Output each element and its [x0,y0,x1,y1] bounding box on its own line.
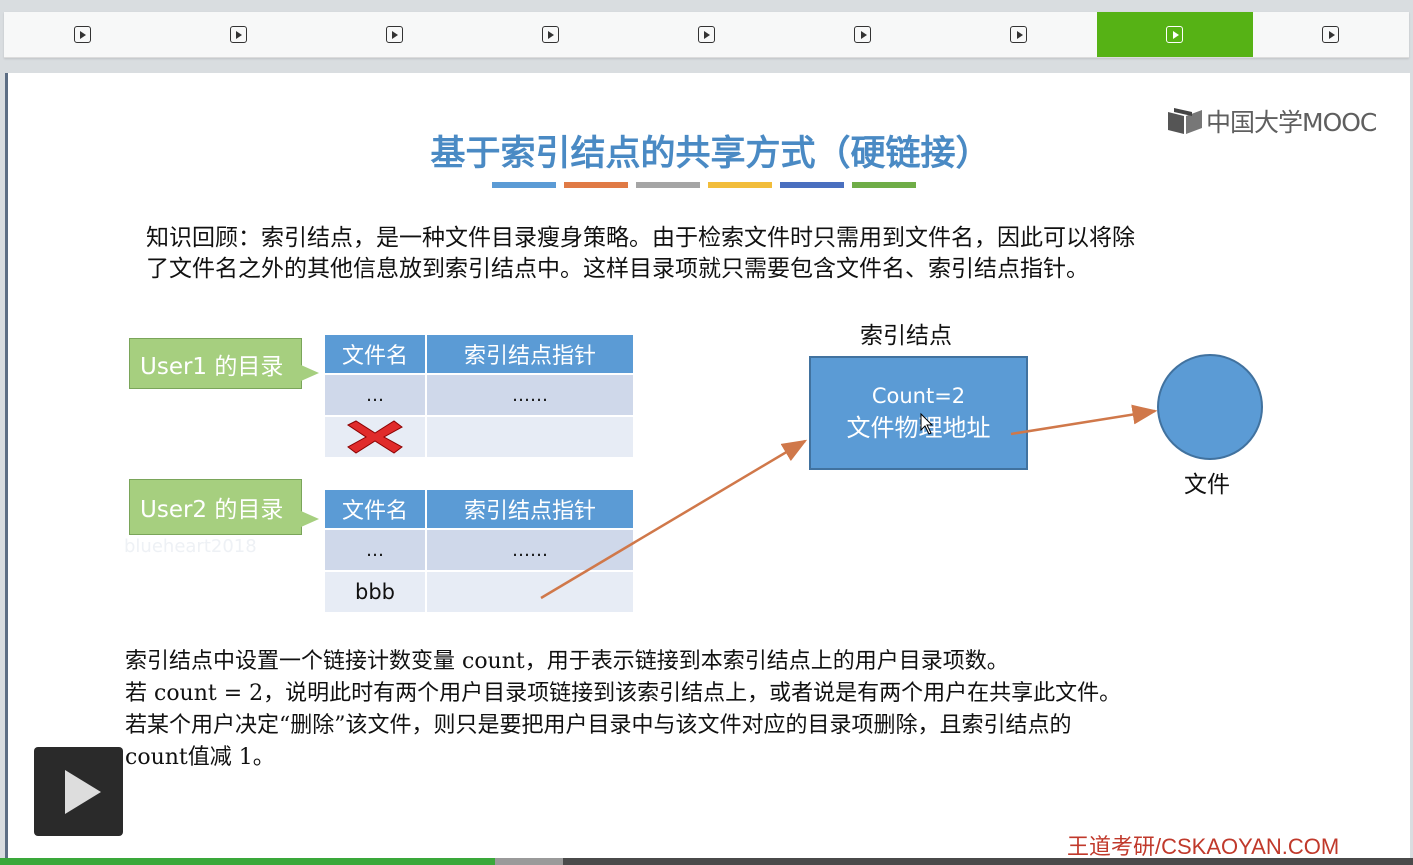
title-bar-4 [708,182,772,188]
title-bar-5 [780,182,844,188]
user1-directory-table: 文件名 索引结点指针 … …… [323,333,635,459]
review-line-2: 了文件名之外的其他信息放到索引结点中。这样目录项就只需要包含文件名、索引结点指针… [146,256,1089,282]
video-segment-tab-1[interactable] [4,12,160,57]
body-line-3: 若某个用户决定“删除”该文件，则只是要把用户目录中与该文件对应的目录项删除，且索… [125,713,1072,738]
table1-header-pointer: 索引结点指针 [425,333,635,375]
user1-dir-callout: User1 的目录 [129,338,302,389]
video-progress-bar[interactable] [0,858,495,865]
table2-cell: …… [425,528,635,572]
table1-deleted-cell [323,415,427,459]
video-segment-tab-8[interactable] [1096,12,1253,57]
table1-cell: … [323,373,427,417]
file-circle [1157,354,1263,460]
delete-x-icon [347,420,403,454]
inode-to-file-arrow [1010,404,1158,436]
video-buffer-bar [494,858,563,865]
table2-header-pointer: 索引结点指针 [425,488,635,530]
play-button[interactable] [34,747,123,836]
table1-header-filename: 文件名 [323,333,427,375]
table2-cell: … [323,528,427,572]
play-icon [1166,26,1184,43]
user1-dir-label: User1 的目录 [140,353,284,380]
video-tab-bar [4,12,1409,58]
table1-cell [425,415,635,459]
title-underline-bars [492,182,916,188]
user1-callout-pointer [301,365,319,381]
title-bar-6 [852,182,916,188]
body-line-2: 若 count = 2，说明此时有两个用户目录项链接到该索引结点上，或者说是有两… [125,681,1122,706]
user2-dir-label: User2 的目录 [140,497,284,523]
table2-header-filename: 文件名 [323,488,427,530]
title-bar-1 [492,182,556,188]
inode-label: 索引结点 [860,323,952,349]
play-icon [697,26,715,43]
table2-cell [425,570,635,614]
body-line-4: count值减 1。 [125,745,275,770]
video-segment-tab-6[interactable] [785,12,941,57]
video-segment-tab-5[interactable] [628,12,784,57]
video-segment-tab-3[interactable] [316,12,472,57]
play-icon [541,26,559,43]
title-bar-3 [636,182,700,188]
video-segment-tab-4[interactable] [472,12,628,57]
body-line-1: 索引结点中设置一个链接计数变量 count，用于表示链接到本索引结点上的用户目录… [125,649,1009,674]
user2-directory-table: 文件名 索引结点指针 … …… bbb [323,488,635,614]
slide-canvas: 中国大学MOOC 基于索引结点的共享方式（硬链接） 知识回顾：索引结点，是一种文… [5,73,1410,861]
table2-filename-bbb: bbb [323,570,427,614]
footer-brand: 王道考研/CSKAOYAN.COM [1067,834,1340,859]
user2-callout-pointer [301,511,319,527]
review-line-1: 知识回顾：索引结点，是一种文件目录瘦身策略。由于检索文件时只需用到文件名，因此可… [146,225,1135,251]
explanation-text: 索引结点中设置一个链接计数变量 count，用于表示链接到本索引结点上的用户目录… [125,646,1325,774]
inode-box: Count=2 文件物理地址 [809,356,1028,470]
review-paragraph: 知识回顾：索引结点，是一种文件目录瘦身策略。由于检索文件时只需用到文件名，因此可… [146,223,1296,285]
play-icon [854,26,871,43]
play-icon [1010,26,1028,43]
video-segment-tab-7[interactable] [941,12,1097,57]
play-icon [73,26,91,43]
video-segment-tab-2[interactable] [160,12,316,57]
play-icon [1322,26,1340,43]
user2-dir-callout: User2 的目录 [129,479,302,535]
video-segment-tab-9[interactable] [1253,12,1409,57]
watermark: blueheart2018 [124,536,257,557]
table1-cell: …… [425,373,635,417]
play-icon [385,26,403,43]
file-label: 文件 [1184,472,1230,498]
inode-address: 文件物理地址 [846,414,991,442]
inode-count: Count=2 [871,384,966,408]
slide-title: 基于索引结点的共享方式（硬链接） [430,133,991,174]
title-bar-2 [564,182,628,188]
play-icon [64,769,101,814]
play-icon [229,26,247,43]
